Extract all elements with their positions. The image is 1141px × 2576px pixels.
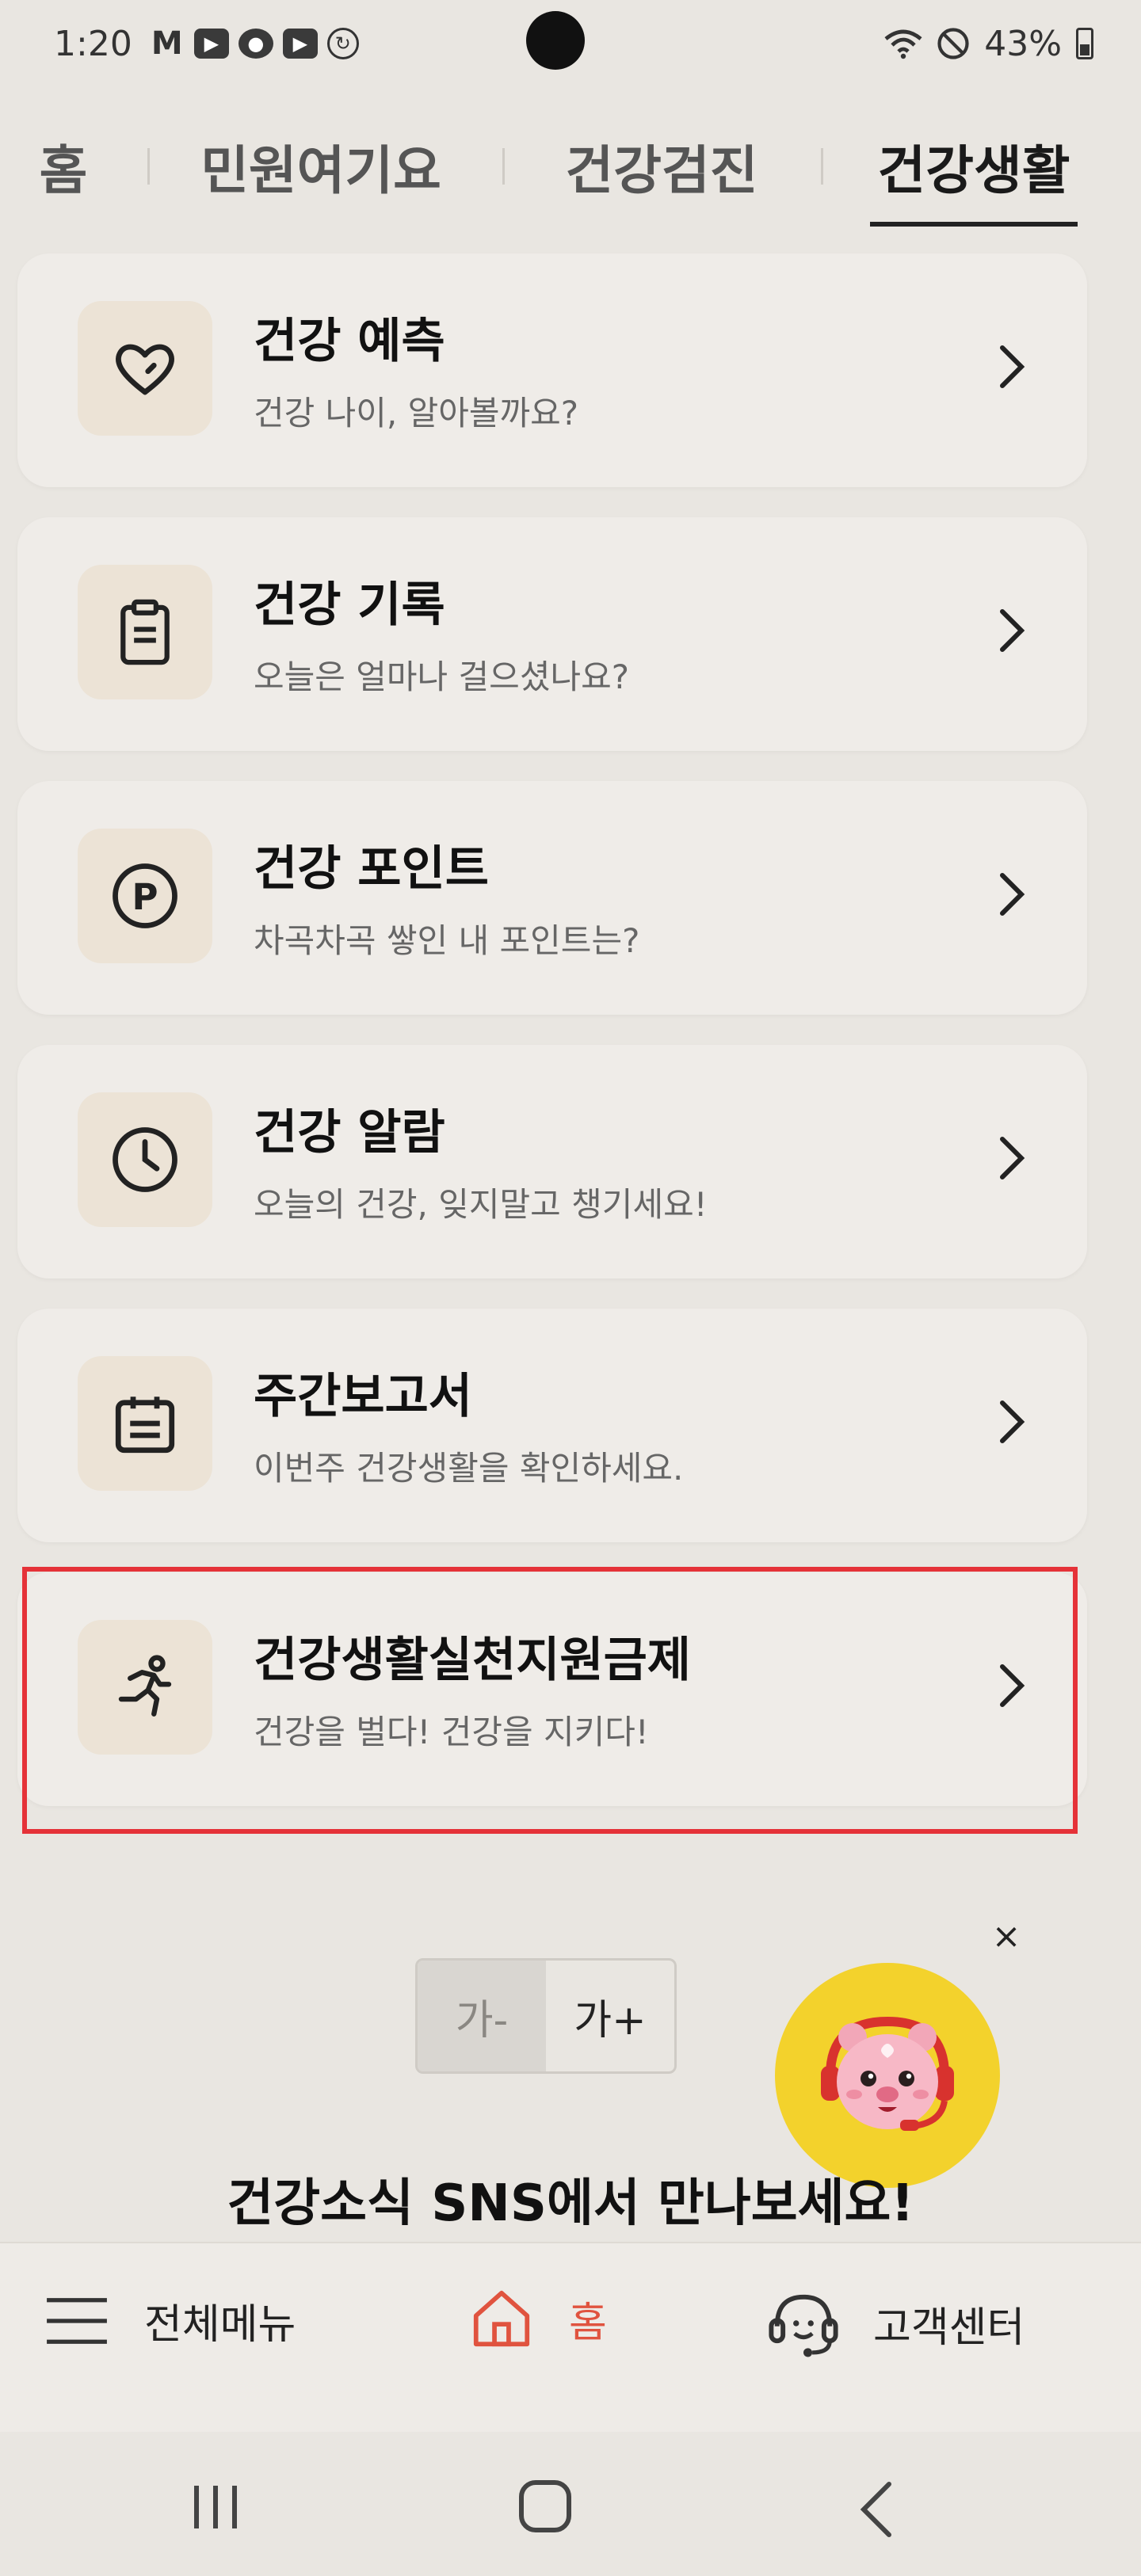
home-button-icon[interactable] (515, 2479, 575, 2535)
nav-full-menu[interactable]: 전체메뉴 (41, 2291, 296, 2350)
bottom-navigation: 전체메뉴 홈 고객센터 (0, 2242, 1141, 2432)
chatbot-close-button[interactable]: × (986, 1915, 1027, 1957)
notification-icons: M ▶ ● ▶ ↻ (150, 25, 359, 62)
recent-apps-icon[interactable] (184, 2479, 247, 2535)
do-not-disturb-icon (937, 28, 969, 59)
top-tabs: 홈 민원여기요 건강검진 건강생활 (0, 103, 1141, 230)
youtube-icon: ▶ (282, 29, 318, 59)
tab-separator (821, 148, 823, 185)
calendar-icon (115, 1397, 175, 1454)
card-icon-box (78, 1356, 212, 1491)
chevron-right-icon (984, 867, 1040, 922)
svg-text:P: P (132, 876, 158, 918)
status-time: 1:20 (54, 23, 132, 64)
card-subtitle: 오늘은 얼마나 걸으셨나요? (254, 657, 630, 696)
card-weekly-report[interactable]: 주간보고서 이번주 건강생활을 확인하세요. (17, 1309, 1087, 1542)
card-health-alarm[interactable]: 건강 알람 오늘의 건강, 잊지말고 챙기세요! (17, 1045, 1087, 1278)
battery-percent: 43% (984, 23, 1062, 64)
account-icon: ● (238, 29, 273, 59)
card-subtitle: 이번주 건강생활을 확인하세요. (254, 1449, 684, 1488)
chevron-right-icon (984, 1394, 1040, 1450)
heart-icon (116, 344, 174, 395)
clock-icon (113, 1127, 177, 1192)
nav-customer-center[interactable]: 고객센터 (765, 2288, 1025, 2359)
nav-label: 전체메뉴 (144, 2301, 296, 2349)
tab-separator (147, 148, 150, 185)
front-camera (526, 11, 585, 70)
card-health-points[interactable]: P 건강 포인트 차곡차곡 쌓인 내 포인트는? (17, 781, 1087, 1015)
tab-home[interactable]: 홈 (32, 103, 95, 230)
card-title: 건강 포인트 (254, 841, 489, 897)
chatbot-button[interactable] (775, 1963, 1000, 2188)
battery-icon (1076, 28, 1093, 59)
card-title: 건강 예측 (254, 314, 445, 369)
card-health-prediction[interactable]: 건강 예측 건강 나이, 알아볼까요? (17, 253, 1087, 487)
back-icon[interactable] (854, 2479, 899, 2540)
chatbot-mascot-icon (821, 2016, 954, 2131)
card-subtitle: 오늘의 건강, 잊지말고 챙기세요! (254, 1185, 708, 1224)
card-subtitle: 차곡차곡 쌓인 내 포인트는? (254, 921, 640, 960)
highlight-box (22, 1567, 1078, 1834)
card-icon-box: P (78, 829, 212, 963)
point-icon: P (113, 863, 177, 928)
chevron-right-icon (984, 1130, 1040, 1186)
sync-icon: ↻ (326, 28, 359, 59)
card-icon-box (78, 565, 212, 699)
tab-healthy-living[interactable]: 건강생활 (870, 103, 1078, 230)
card-title: 주간보고서 (254, 1369, 472, 1424)
headset-icon (769, 2294, 838, 2357)
wifi-icon (884, 29, 922, 59)
youtube-icon: ▶ (193, 29, 229, 59)
sns-heading: 건강소식 SNS에서 만나보세요! (227, 2174, 914, 2233)
card-title: 건강 알람 (254, 1105, 445, 1160)
card-icon-box (78, 1092, 212, 1227)
font-size-decrease-button[interactable]: 가- (418, 1961, 546, 2071)
nav-label: 홈 (569, 2299, 607, 2347)
tab-health-checkup[interactable]: 건강검진 (555, 103, 769, 230)
card-icon-box (78, 301, 212, 436)
card-subtitle: 건강 나이, 알아볼까요? (254, 394, 579, 433)
tab-civil-complaint[interactable]: 민원여기요 (190, 103, 452, 230)
nav-label: 고객센터 (873, 2304, 1025, 2352)
chevron-right-icon (984, 603, 1040, 658)
font-size-toggle: 가- 가+ (415, 1958, 677, 2074)
home-icon (473, 2290, 530, 2347)
clipboard-icon (120, 599, 170, 665)
nav-home[interactable]: 홈 (466, 2284, 607, 2353)
card-health-record[interactable]: 건강 기록 오늘은 얼마나 걸으셨나요? (17, 517, 1087, 751)
hamburger-menu-icon (47, 2297, 107, 2344)
status-left: 1:20 M ▶ ● ▶ ↻ (54, 24, 359, 64)
system-navigation-bar (0, 2432, 1141, 2576)
font-size-increase-button[interactable]: 가+ (546, 1961, 674, 2071)
mail-icon: M (151, 25, 183, 62)
tab-separator (502, 148, 505, 185)
chevron-right-icon (984, 339, 1040, 394)
card-title: 건강 기록 (254, 577, 445, 633)
status-right: 43% (884, 24, 1093, 64)
